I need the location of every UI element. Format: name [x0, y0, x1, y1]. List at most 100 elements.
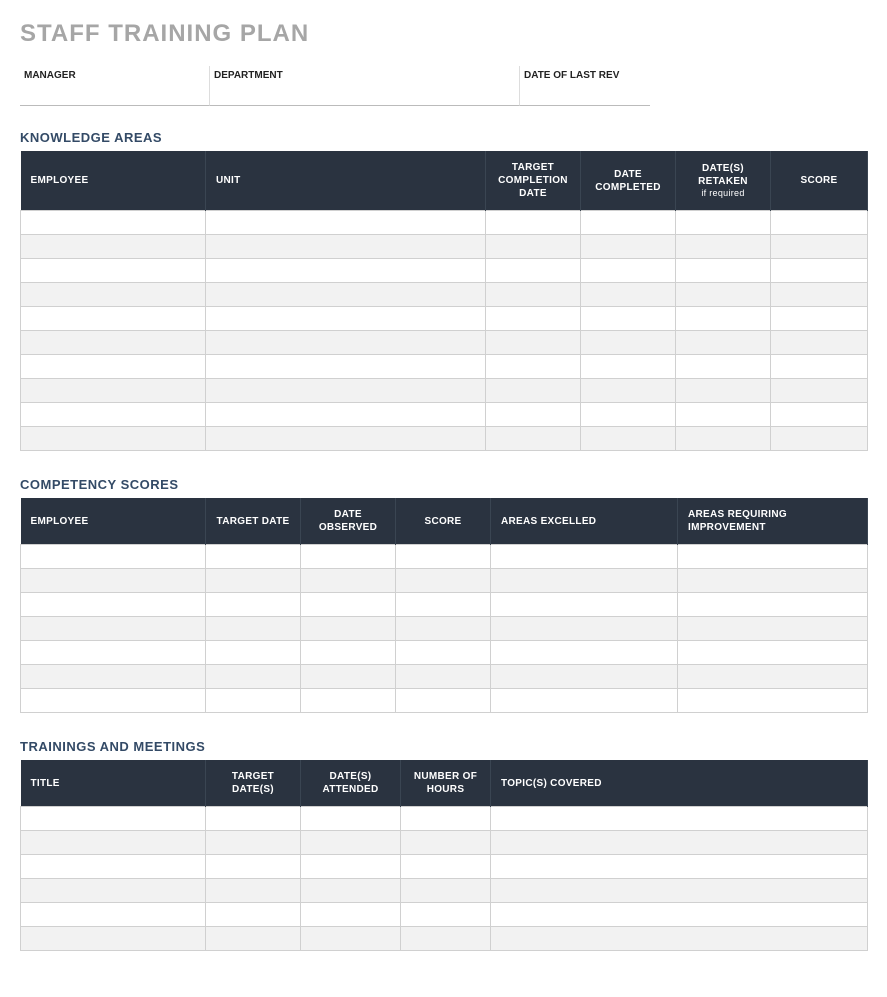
cell-improve[interactable]: [678, 593, 868, 617]
cell-unit[interactable]: [206, 211, 486, 235]
cell-unit[interactable]: [206, 403, 486, 427]
cell-score[interactable]: [396, 593, 491, 617]
cell-retaken[interactable]: [676, 211, 771, 235]
cell-target-date[interactable]: [486, 331, 581, 355]
cell-target-date[interactable]: [206, 617, 301, 641]
cell-target-dates[interactable]: [206, 879, 301, 903]
cell-observed[interactable]: [301, 665, 396, 689]
cell-employee[interactable]: [21, 569, 206, 593]
cell-target-date[interactable]: [486, 259, 581, 283]
cell-hours[interactable]: [401, 831, 491, 855]
cell-completed[interactable]: [581, 211, 676, 235]
cell-score[interactable]: [771, 259, 868, 283]
cell-observed[interactable]: [301, 641, 396, 665]
cell-score[interactable]: [771, 331, 868, 355]
cell-unit[interactable]: [206, 307, 486, 331]
cell-title[interactable]: [21, 807, 206, 831]
cell-completed[interactable]: [581, 403, 676, 427]
cell-excelled[interactable]: [491, 545, 678, 569]
cell-title[interactable]: [21, 879, 206, 903]
cell-employee[interactable]: [21, 641, 206, 665]
cell-unit[interactable]: [206, 331, 486, 355]
cell-hours[interactable]: [401, 879, 491, 903]
cell-observed[interactable]: [301, 593, 396, 617]
cell-observed[interactable]: [301, 569, 396, 593]
cell-score[interactable]: [771, 379, 868, 403]
cell-completed[interactable]: [581, 427, 676, 451]
cell-employee[interactable]: [21, 545, 206, 569]
cell-completed[interactable]: [581, 283, 676, 307]
cell-title[interactable]: [21, 927, 206, 951]
cell-target-date[interactable]: [486, 427, 581, 451]
cell-target-date[interactable]: [486, 307, 581, 331]
cell-excelled[interactable]: [491, 593, 678, 617]
meta-department-value[interactable]: [214, 81, 509, 95]
cell-score[interactable]: [771, 403, 868, 427]
cell-employee[interactable]: [21, 259, 206, 283]
cell-completed[interactable]: [581, 355, 676, 379]
cell-topics[interactable]: [491, 927, 868, 951]
cell-target-date[interactable]: [206, 569, 301, 593]
cell-excelled[interactable]: [491, 569, 678, 593]
cell-improve[interactable]: [678, 689, 868, 713]
cell-target-date[interactable]: [206, 641, 301, 665]
cell-target-date[interactable]: [206, 689, 301, 713]
cell-improve[interactable]: [678, 617, 868, 641]
cell-observed[interactable]: [301, 545, 396, 569]
cell-score[interactable]: [396, 569, 491, 593]
cell-unit[interactable]: [206, 379, 486, 403]
cell-unit[interactable]: [206, 283, 486, 307]
cell-score[interactable]: [771, 355, 868, 379]
cell-completed[interactable]: [581, 235, 676, 259]
cell-unit[interactable]: [206, 355, 486, 379]
cell-excelled[interactable]: [491, 665, 678, 689]
cell-score[interactable]: [396, 545, 491, 569]
cell-improve[interactable]: [678, 641, 868, 665]
cell-title[interactable]: [21, 855, 206, 879]
cell-retaken[interactable]: [676, 307, 771, 331]
cell-retaken[interactable]: [676, 235, 771, 259]
cell-attended[interactable]: [301, 903, 401, 927]
cell-topics[interactable]: [491, 855, 868, 879]
cell-topics[interactable]: [491, 879, 868, 903]
cell-completed[interactable]: [581, 259, 676, 283]
cell-excelled[interactable]: [491, 689, 678, 713]
cell-employee[interactable]: [21, 379, 206, 403]
cell-retaken[interactable]: [676, 403, 771, 427]
cell-target-date[interactable]: [486, 379, 581, 403]
cell-employee[interactable]: [21, 593, 206, 617]
cell-attended[interactable]: [301, 879, 401, 903]
cell-improve[interactable]: [678, 569, 868, 593]
cell-unit[interactable]: [206, 427, 486, 451]
cell-employee[interactable]: [21, 403, 206, 427]
cell-score[interactable]: [396, 665, 491, 689]
cell-hours[interactable]: [401, 807, 491, 831]
cell-hours[interactable]: [401, 927, 491, 951]
cell-score[interactable]: [396, 689, 491, 713]
cell-target-date[interactable]: [206, 593, 301, 617]
cell-employee[interactable]: [21, 665, 206, 689]
cell-retaken[interactable]: [676, 283, 771, 307]
cell-employee[interactable]: [21, 283, 206, 307]
meta-date-value[interactable]: [524, 81, 640, 95]
cell-improve[interactable]: [678, 665, 868, 689]
cell-observed[interactable]: [301, 617, 396, 641]
cell-unit[interactable]: [206, 259, 486, 283]
cell-observed[interactable]: [301, 689, 396, 713]
meta-manager-value[interactable]: [24, 81, 199, 95]
cell-score[interactable]: [771, 211, 868, 235]
cell-employee[interactable]: [21, 307, 206, 331]
cell-target-dates[interactable]: [206, 855, 301, 879]
cell-attended[interactable]: [301, 855, 401, 879]
cell-score[interactable]: [771, 283, 868, 307]
cell-improve[interactable]: [678, 545, 868, 569]
cell-target-dates[interactable]: [206, 903, 301, 927]
cell-retaken[interactable]: [676, 379, 771, 403]
cell-attended[interactable]: [301, 927, 401, 951]
cell-attended[interactable]: [301, 807, 401, 831]
cell-score[interactable]: [396, 641, 491, 665]
cell-employee[interactable]: [21, 689, 206, 713]
cell-hours[interactable]: [401, 903, 491, 927]
cell-excelled[interactable]: [491, 617, 678, 641]
cell-completed[interactable]: [581, 307, 676, 331]
